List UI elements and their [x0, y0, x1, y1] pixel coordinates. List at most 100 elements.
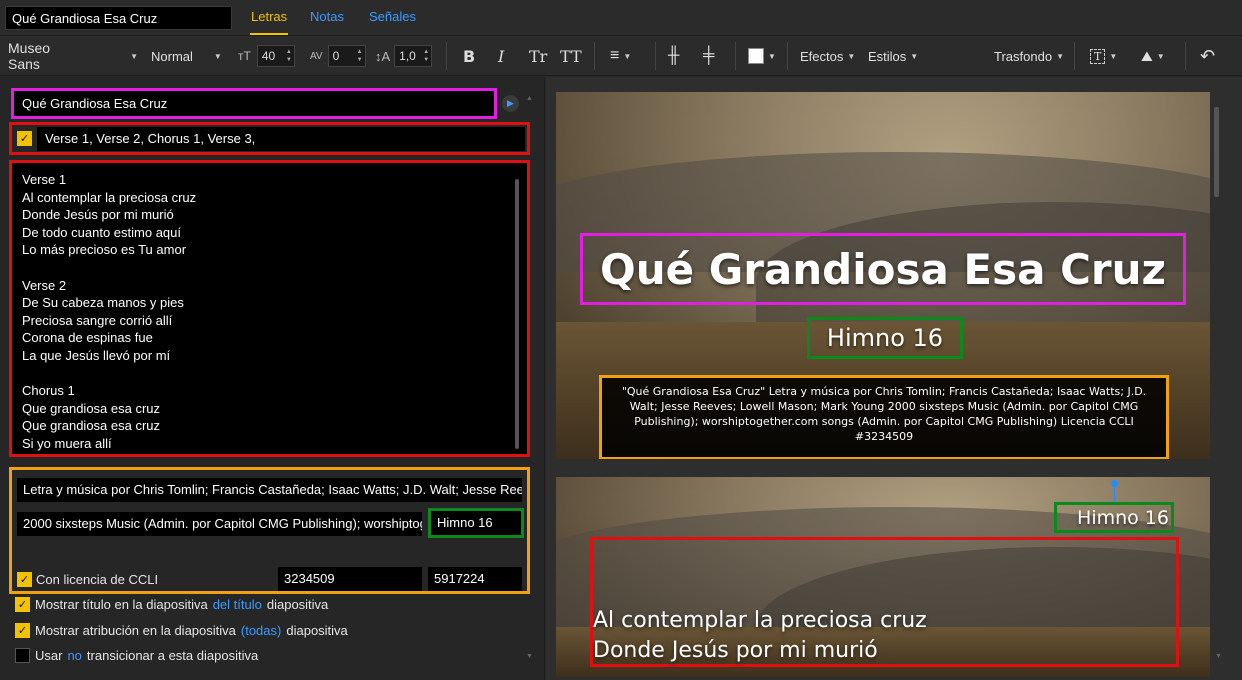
rotate-handle[interactable]: [1111, 480, 1118, 487]
background-menu[interactable]: Trasfondo ▼: [994, 36, 1064, 76]
tracking-control: AV 0 ▲ ▼: [310, 36, 366, 76]
chevron-down-icon: ▼: [910, 51, 919, 61]
transition-link[interactable]: no: [67, 648, 81, 663]
vertical-align-top-icon[interactable]: ╫: [668, 36, 679, 76]
effects-menu[interactable]: Efectos ▼: [800, 36, 855, 76]
tracking-icon: AV: [310, 50, 323, 62]
scroll-down-icon[interactable]: ▼: [1215, 653, 1222, 660]
spinner-icon[interactable]: ▲ ▼: [357, 48, 363, 64]
slide-hymn-text[interactable]: Himno 16: [1054, 502, 1174, 533]
lyrics-text: Verse 1 Al contemplar la preciosa cruz D…: [22, 172, 197, 451]
attribution-slides-link[interactable]: (todas): [241, 623, 281, 638]
song-title-input[interactable]: Qué Grandiosa Esa Cruz: [11, 88, 497, 119]
transition-checkbox[interactable]: [15, 648, 30, 663]
option-show-attribution: ✓ Mostrar atribución en la diapositiva (…: [15, 623, 348, 638]
text-color-select[interactable]: ▼: [748, 36, 776, 76]
hymn-number-input[interactable]: Himno 16: [428, 508, 524, 538]
text-case-button[interactable]: Tr: [529, 36, 547, 76]
vertical-align-middle-icon[interactable]: ╪: [703, 36, 714, 76]
undo-icon[interactable]: ↶: [1200, 36, 1215, 76]
option-show-title: ✓ Mostrar título en la diapositiva del t…: [15, 597, 328, 612]
show-attribution-checkbox[interactable]: ✓: [15, 623, 30, 638]
tab-senales[interactable]: Señales: [369, 9, 416, 24]
chevron-down-icon: ▼: [768, 51, 776, 61]
presentation-title-input[interactable]: [5, 6, 232, 30]
mountain-image-icon: ⛰: [1141, 47, 1153, 64]
play-icon[interactable]: ▶: [502, 95, 519, 112]
styles-label: Estilos: [868, 48, 907, 64]
chevron-down-icon: ▼: [130, 51, 138, 61]
ccli-license-input[interactable]: 3234509: [278, 567, 422, 591]
tab-letras[interactable]: Letras: [251, 9, 287, 24]
show-title-checkbox[interactable]: ✓: [15, 597, 30, 612]
top-bar: Letras Notas Señales: [0, 0, 1242, 36]
song-order-input[interactable]: Verse 1, Verse 2, Chorus 1, Verse 3,: [37, 127, 525, 151]
italic-button[interactable]: I: [498, 36, 504, 76]
scroll-up-icon[interactable]: ▲: [526, 95, 533, 102]
align-select[interactable]: ≡ ▼: [610, 36, 631, 76]
song-order-checkbox[interactable]: ✓: [17, 131, 32, 146]
toolbar-divider: [1185, 42, 1186, 70]
line-height-control: ↕A 1,0 ▲ ▼: [375, 36, 433, 76]
slide-preview-2[interactable]: Himno 16 Al contemplar la preciosa cruz …: [556, 477, 1210, 677]
option-label: transicionar a esta diapositiva: [86, 648, 259, 663]
font-weight-select[interactable]: Normal ▼: [151, 36, 226, 76]
lyric-line: Al contemplar la preciosa cruz: [593, 608, 927, 633]
slide-title-text[interactable]: Qué Grandiosa Esa Cruz: [580, 233, 1186, 305]
option-label: Mostrar atribución en la diapositiva: [35, 623, 236, 638]
text-toolbar: Museo Sans ▼ Normal ▼ ᴛT 40 ▲ ▼ AV 0 ▲ ▼ ↕…: [0, 36, 1242, 76]
authors-input[interactable]: Letra y música por Chris Tomlin; Francis…: [17, 478, 522, 502]
ccli-song-number-input[interactable]: 5917224: [428, 567, 522, 591]
font-weight-value: Normal: [151, 48, 193, 64]
line-height-value: 1,0: [399, 49, 416, 63]
font-family-select[interactable]: Museo Sans ▼: [8, 36, 138, 76]
spinner-icon[interactable]: ▲ ▼: [286, 48, 292, 64]
option-label: diapositiva: [266, 597, 329, 612]
option-label: Usar: [35, 648, 63, 663]
font-size-input[interactable]: 40 ▲ ▼: [256, 45, 295, 67]
line-height-icon: ↕A: [375, 48, 391, 64]
chevron-down-icon: ▼: [1109, 51, 1118, 61]
align-icon: ≡: [610, 47, 620, 64]
background-label: Trasfondo: [994, 48, 1053, 64]
effects-label: Efectos: [800, 48, 844, 64]
toolbar-divider: [735, 42, 736, 70]
text-box-select[interactable]: T ▼: [1090, 36, 1117, 76]
slide-hymn-text[interactable]: Himno 16: [807, 317, 963, 359]
toolbar-divider: [446, 42, 447, 70]
chevron-down-icon: ▼: [213, 51, 222, 61]
all-caps-button[interactable]: TT: [560, 36, 582, 76]
slide-lyrics-text[interactable]: Al contemplar la preciosa cruz Donde Jes…: [590, 537, 1179, 667]
image-select[interactable]: ⛰ ▼: [1141, 36, 1165, 76]
tracking-input[interactable]: 0 ▲ ▼: [327, 45, 366, 67]
active-tab-indicator: [250, 33, 288, 35]
spinner-icon[interactable]: ▲ ▼: [423, 48, 429, 64]
color-swatch: [748, 48, 764, 64]
toolbar-divider: [787, 42, 788, 70]
scroll-down-icon[interactable]: ▼: [526, 653, 533, 660]
chevron-down-icon: ▼: [623, 51, 632, 61]
bold-button[interactable]: B: [463, 36, 475, 76]
line-height-input[interactable]: 1,0 ▲ ▼: [394, 45, 433, 67]
tracking-value: 0: [332, 49, 340, 63]
copyright-input[interactable]: 2000 sixsteps Music (Admin. por Capitol …: [17, 512, 422, 536]
preview-scrollbar[interactable]: [1214, 107, 1219, 197]
styles-menu[interactable]: Estilos ▼: [868, 36, 918, 76]
slide-credit-text[interactable]: "Qué Grandiosa Esa Cruz" Letra y música …: [599, 375, 1169, 459]
chevron-down-icon: ▼: [1156, 51, 1165, 61]
option-label: diapositiva: [286, 623, 348, 638]
attribution-group: Letra y música por Chris Tomlin; Francis…: [9, 467, 530, 594]
chevron-down-icon: ▼: [1056, 51, 1064, 61]
slide-preview-1[interactable]: Qué Grandiosa Esa Cruz Himno 16 "Qué Gra…: [556, 92, 1210, 459]
chevron-down-icon: ▼: [847, 51, 856, 61]
title-slide-link[interactable]: del título: [213, 597, 262, 612]
toolbar-divider: [594, 42, 595, 70]
font-size-icon: ᴛT: [238, 49, 251, 63]
text-box-icon: T: [1090, 48, 1106, 64]
lyrics-scrollbar[interactable]: [515, 179, 519, 449]
lyrics-textarea[interactable]: Verse 1 Al contemplar la preciosa cruz D…: [9, 160, 530, 457]
ccli-checkbox[interactable]: ✓: [17, 572, 32, 587]
lyric-line: Donde Jesús por mi murió: [593, 638, 878, 663]
font-size-control: ᴛT 40 ▲ ▼: [238, 36, 295, 76]
tab-notas[interactable]: Notas: [310, 9, 344, 24]
